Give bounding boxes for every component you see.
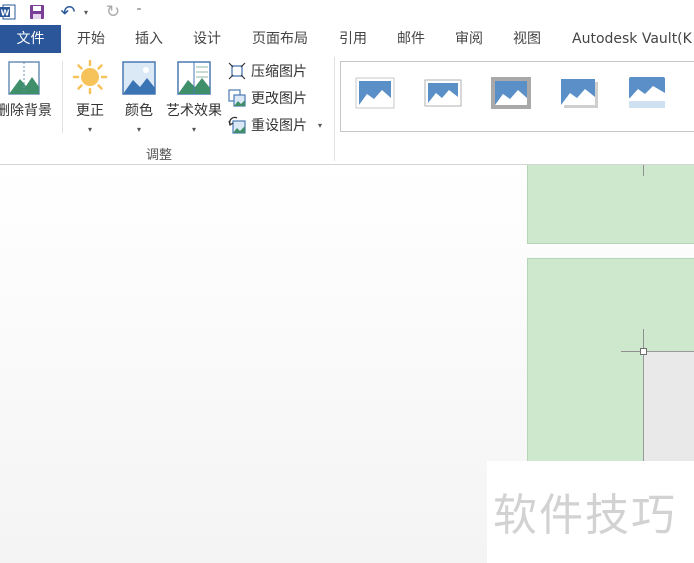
- tab-references[interactable]: 引用: [339, 25, 367, 53]
- change-picture-label: 更改图片: [251, 91, 307, 107]
- color-label: 颜色: [125, 103, 153, 119]
- tab-home[interactable]: 开始: [77, 25, 105, 53]
- corrections-label: 更正: [76, 103, 104, 119]
- change-picture-button[interactable]: 更改图片: [228, 87, 307, 109]
- reset-picture-label: 重设图片: [251, 118, 307, 134]
- tab-autodesk-vault[interactable]: Autodesk Vault(K: [572, 25, 692, 53]
- picture-resize-handle[interactable]: [640, 348, 647, 355]
- page-preview-top: [527, 165, 694, 244]
- group-separator: [334, 57, 335, 161]
- ribbon-panel: 删除背景 更正 ▾ 颜色 ▾ 艺术效果 ▾ 压缩图片 更改图片 重设图片 ▾ 调…: [0, 53, 694, 165]
- undo-dropdown-icon[interactable]: ▾: [81, 2, 91, 22]
- quick-access-toolbar: W ↶ ▾ ↻ ⁼: [0, 0, 694, 25]
- watermark-text: 软件技巧: [493, 490, 677, 541]
- tab-mailings[interactable]: 邮件: [397, 25, 425, 53]
- document-area[interactable]: 软件技巧: [0, 165, 694, 563]
- word-icon[interactable]: W: [0, 2, 16, 22]
- picture-style-reflected-rounded[interactable]: [626, 76, 668, 110]
- adjust-group-label: 调整: [146, 148, 173, 163]
- picture-style-simple-frame-white[interactable]: [354, 76, 396, 110]
- ribbon-tabs: 文件 开始 插入 设计 页面布局 引用 邮件 审阅 视图 Autodesk Va…: [0, 25, 694, 53]
- picture-style-simple-frame-thin[interactable]: [422, 76, 464, 110]
- corrections-button[interactable]: 更正 ▾: [70, 59, 110, 134]
- watermark-area: 软件技巧: [487, 461, 694, 563]
- compress-pictures-label: 压缩图片: [251, 64, 307, 80]
- sun-icon: [72, 59, 108, 95]
- undo-icon[interactable]: ↶: [58, 2, 78, 23]
- crop-guide-line: [643, 165, 644, 176]
- compress-icon: [228, 62, 246, 80]
- color-dropdown-icon: ▾: [136, 125, 141, 134]
- change-picture-icon: [228, 89, 246, 107]
- artistic-effects-dropdown-icon: ▾: [191, 125, 196, 134]
- remove-background-button[interactable]: 删除背景: [0, 59, 56, 120]
- reset-picture-dropdown-icon[interactable]: ▾: [318, 121, 322, 130]
- save-icon[interactable]: [28, 2, 46, 22]
- compress-pictures-button[interactable]: 压缩图片: [228, 60, 307, 82]
- svg-text:W: W: [1, 9, 10, 18]
- picture-styles-gallery: [340, 61, 694, 132]
- reset-picture-button[interactable]: 重设图片: [228, 114, 307, 136]
- artistic-effects-icon: [177, 61, 211, 95]
- remove-background-label: 删除背景: [0, 103, 52, 119]
- picture-color-icon: [122, 61, 156, 95]
- color-button[interactable]: 颜色 ▾: [118, 59, 160, 134]
- reset-picture-icon: [228, 116, 246, 134]
- picture-style-drop-shadow-rectangle[interactable]: [558, 76, 600, 110]
- customize-toolbar-icon[interactable]: ⁼: [133, 2, 145, 22]
- picture-style-beveled-matte-gray[interactable]: [490, 76, 532, 110]
- artistic-effects-label: 艺术效果: [166, 103, 222, 119]
- tab-review[interactable]: 审阅: [455, 25, 483, 53]
- tab-page-layout[interactable]: 页面布局: [252, 25, 308, 53]
- artistic-effects-button[interactable]: 艺术效果 ▾: [164, 59, 224, 134]
- tab-insert[interactable]: 插入: [135, 25, 163, 53]
- remove-background-icon: [8, 61, 40, 95]
- corrections-dropdown-icon: ▾: [87, 125, 92, 134]
- ribbon-separator: [62, 61, 63, 133]
- tab-view[interactable]: 视图: [513, 25, 541, 53]
- tab-file[interactable]: 文件: [0, 25, 61, 53]
- tab-design[interactable]: 设计: [193, 25, 221, 53]
- redo-icon[interactable]: ↻: [104, 2, 122, 22]
